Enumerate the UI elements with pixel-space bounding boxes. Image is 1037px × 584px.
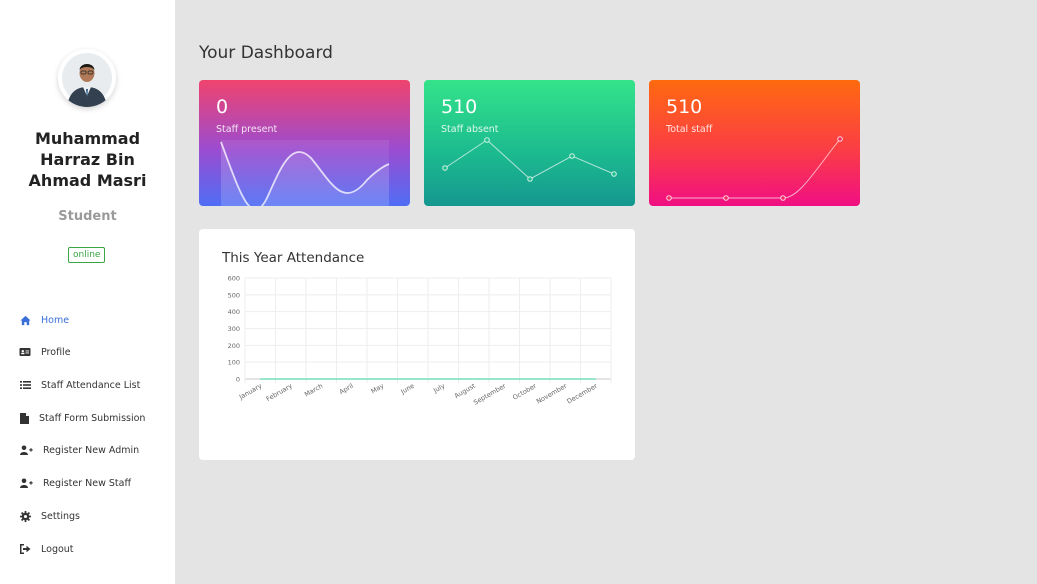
total-staff-value: 510 (666, 96, 703, 118)
x-tick-label: January (237, 382, 263, 402)
y-tick-label: 0 (236, 376, 240, 384)
staff-present-value: 0 (216, 96, 229, 118)
y-tick-label: 100 (228, 359, 240, 367)
home-icon (19, 314, 31, 326)
sidebar-item-profile[interactable]: Profile (0, 340, 175, 364)
x-tick-label: September (472, 382, 507, 407)
total-staff-label: Total staff (666, 124, 713, 135)
x-tick-label: August (453, 382, 477, 401)
y-tick-label: 200 (228, 342, 240, 350)
attendance-panel: This Year Attendance 0 100 200 300 400 500 600… (199, 229, 635, 460)
total-staff-card[interactable]: 510 Total staff (649, 80, 860, 206)
sign-out-icon (19, 543, 31, 555)
staff-present-label: Staff present (216, 124, 278, 135)
avatar[interactable] (58, 49, 116, 107)
x-tick-label: June (399, 382, 416, 397)
y-tick-label: 500 (228, 291, 240, 299)
user-name-line: Muhammad (34, 129, 141, 148)
sidebar-item-staff-attendance-list[interactable]: Staff Attendance List (0, 373, 175, 397)
x-tick-label: December (566, 382, 599, 406)
sidebar-item-label: Staff Attendance List (41, 379, 141, 391)
file-icon (18, 412, 30, 424)
x-tick-label: November (535, 382, 569, 406)
staff-absent-card[interactable]: 510 Staff absent (424, 80, 635, 206)
status-badge: online (68, 247, 106, 263)
x-tick-label: March (303, 382, 324, 399)
attendance-chart: 0 100 200 300 400 500 600 January February March… (228, 275, 612, 407)
sidebar-item-label: Profile (41, 346, 71, 358)
x-tick-label: February (265, 382, 294, 403)
sidebar-item-home[interactable]: Home (0, 308, 175, 332)
x-tick-label: July (431, 382, 446, 395)
sidebar-item-label: Register New Staff (43, 477, 131, 489)
sidebar-item-register-new-staff[interactable]: Register New Staff (0, 471, 175, 495)
sidebar-item-label: Logout (41, 543, 74, 555)
sidebar-item-label: Register New Admin (43, 444, 140, 456)
x-tick-label: May (370, 382, 386, 396)
sidebar-item-label: Staff Form Submission (39, 412, 146, 424)
y-tick-label: 300 (228, 325, 240, 333)
staff-present-card[interactable]: 0 Staff present (199, 80, 410, 206)
sidebar-item-settings[interactable]: Settings (0, 504, 175, 528)
sidebar-item-register-new-admin[interactable]: Register New Admin (0, 438, 175, 462)
user-plus-icon (19, 444, 33, 456)
sidebar-item-staff-form-submission[interactable]: Staff Form Submission (0, 406, 175, 430)
sidebar-item-logout[interactable]: Logout (0, 537, 175, 561)
user-plus-icon (19, 477, 33, 489)
sidebar: Muhammad Harraz Bin Ahmad Masri Student … (0, 0, 175, 584)
id-card-icon (19, 346, 31, 358)
staff-absent-label: Staff absent (441, 124, 499, 135)
sidebar-item-label: Settings (41, 510, 80, 522)
list-icon (19, 379, 31, 391)
y-tick-label: 600 (228, 275, 240, 283)
user-name: Muhammad Harraz Bin Ahmad Masri (0, 128, 175, 191)
gear-icon (19, 510, 31, 522)
y-tick-label: 400 (228, 308, 240, 316)
user-name-line: Ahmad Masri (28, 171, 147, 190)
page-title: Your Dashboard (199, 43, 333, 63)
staff-present-sparkline (220, 140, 390, 206)
x-tick-label: April (338, 382, 355, 396)
user-role: Student (58, 209, 117, 224)
staff-absent-value: 510 (441, 96, 478, 118)
user-name-line: Harraz Bin (40, 150, 135, 169)
sidebar-item-label: Home (41, 314, 70, 326)
